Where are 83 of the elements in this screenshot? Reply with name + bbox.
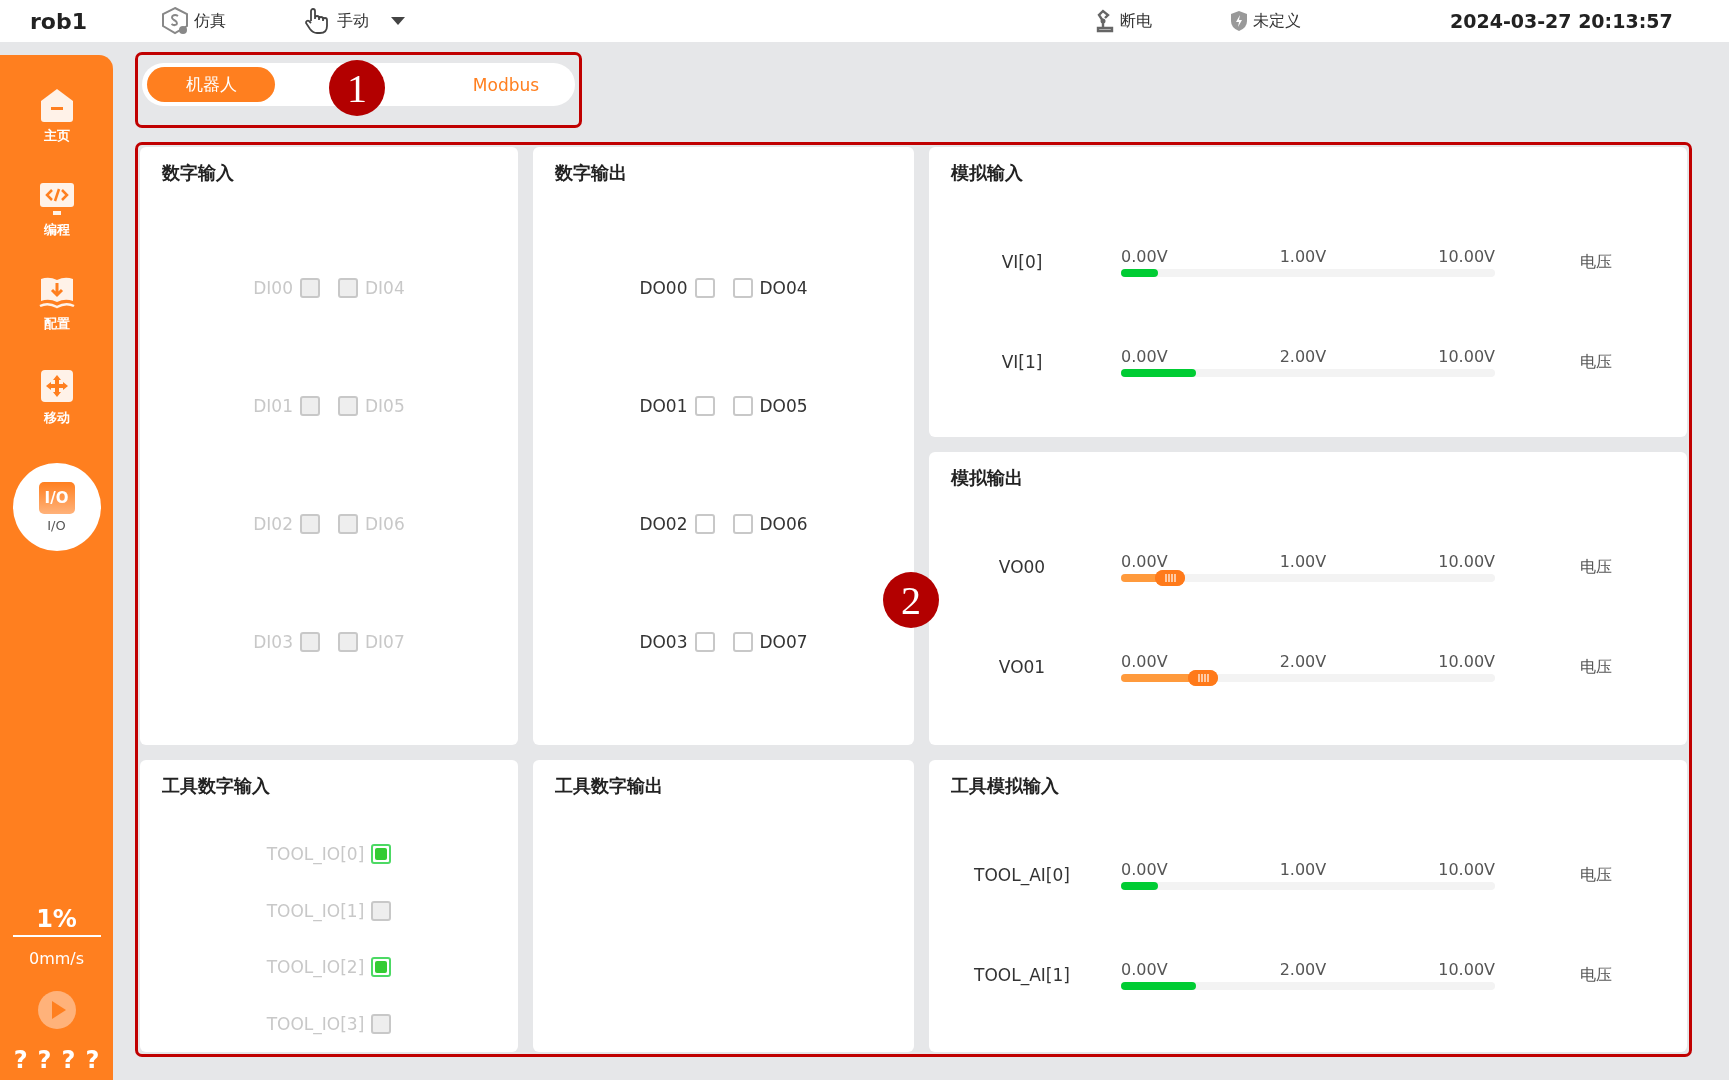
scale-label: 10.00V: [1438, 247, 1495, 266]
monitor-code-icon: [37, 181, 76, 217]
panel-title: 模拟输出: [951, 466, 1024, 490]
checkbox[interactable]: [732, 396, 753, 416]
scale-label: 10.00V: [1438, 552, 1495, 571]
book-download-icon: [37, 275, 76, 311]
value-label: 2.00V: [1279, 347, 1327, 366]
scale-label: 0.00V: [1121, 860, 1168, 879]
channel-name: VO01: [997, 657, 1047, 677]
checkbox[interactable]: [732, 632, 753, 652]
mode-label[interactable]: 仿真: [194, 10, 226, 32]
channel-name: VO00: [997, 557, 1047, 577]
date-time: 2024-03-27 20:13:57: [1450, 10, 1673, 32]
checkbox[interactable]: [694, 514, 715, 534]
robot-name: rob1: [30, 8, 88, 34]
play-button[interactable]: [36, 990, 77, 1030]
tab[interactable]: 机器人: [147, 67, 275, 102]
unit-label: 电压: [1580, 556, 1612, 578]
channel-name: VI[1]: [1000, 352, 1044, 372]
help-mark[interactable]: ?: [61, 1046, 76, 1074]
channel-name: TOOL_AI[1]: [973, 965, 1071, 985]
unit-label: 电压: [1580, 351, 1612, 373]
unit-label: 电压: [1580, 251, 1612, 273]
unit-label: 电压: [1580, 964, 1612, 986]
panel-title: 模拟输入: [951, 161, 1024, 185]
callout-number: 1: [329, 60, 385, 116]
unit-label: 电压: [1580, 864, 1612, 886]
io-label: DO04: [759, 278, 808, 298]
help-mark[interactable]: ?: [13, 1046, 28, 1074]
nav-item[interactable]: 配置: [37, 275, 76, 369]
help-mark[interactable]: ?: [37, 1046, 52, 1074]
scale-label: 0.00V: [1121, 552, 1168, 571]
robot-arm-icon: [1094, 9, 1116, 33]
scale-label: 10.00V: [1438, 860, 1495, 879]
io-icon: I/O: [38, 481, 75, 514]
nav-item[interactable]: 移动: [37, 369, 76, 463]
shield-s-icon: [160, 6, 190, 36]
scale-label: 0.00V: [1121, 247, 1168, 266]
checkbox[interactable]: [694, 632, 715, 652]
value-label: 1.00V: [1279, 860, 1327, 879]
io-label: DO06: [759, 514, 808, 534]
speed-value: 0mm/s: [28, 949, 85, 968]
nav-item[interactable]: 主页: [37, 87, 76, 181]
nav-item[interactable]: 编程: [37, 181, 76, 275]
value-label: 2.00V: [1279, 652, 1327, 671]
channel-name: TOOL_AI[0]: [973, 865, 1071, 885]
control-mode-dropdown[interactable]: 手动: [337, 10, 369, 32]
shield-icon: [1229, 10, 1249, 32]
scale-label: 10.00V: [1438, 652, 1495, 671]
panel-title: 工具数字输出: [555, 774, 664, 798]
safety-status: 未定义: [1253, 10, 1301, 32]
panel-title: 工具模拟输入: [951, 774, 1060, 798]
scale-label: 10.00V: [1438, 960, 1495, 979]
io-label: DO05: [759, 396, 808, 416]
scale-label: 10.00V: [1438, 347, 1495, 366]
panel-title: 数字输入: [162, 161, 235, 185]
power-status: 断电: [1120, 10, 1152, 32]
checkbox[interactable]: [694, 278, 715, 298]
tab[interactable]: Modbus: [442, 67, 570, 102]
panel-title: 数字输出: [555, 161, 628, 185]
scale-label: 0.00V: [1121, 960, 1168, 979]
slider-thumb[interactable]: [1154, 570, 1185, 586]
io-label: DO00: [639, 278, 688, 298]
unit-label: 电压: [1580, 656, 1612, 678]
value-label: 2.00V: [1279, 960, 1327, 979]
checkbox[interactable]: [732, 514, 753, 534]
io-label: DO01: [639, 396, 688, 416]
value-label: 1.00V: [1279, 247, 1327, 266]
io-label: DO03: [639, 632, 688, 652]
scale-label: 0.00V: [1121, 347, 1168, 366]
speed-percent: 1%: [12, 905, 101, 937]
nav-item[interactable]: I/O I/O: [12, 463, 101, 551]
slider-thumb[interactable]: [1188, 670, 1219, 686]
scale-label: 0.00V: [1121, 652, 1168, 671]
io-label: DO07: [759, 632, 808, 652]
checkbox[interactable]: [732, 278, 753, 298]
channel-name: VI[0]: [1000, 252, 1044, 272]
value-label: 1.00V: [1279, 552, 1327, 571]
io-label: DO02: [639, 514, 688, 534]
checkbox[interactable]: [694, 396, 715, 416]
caret-icon[interactable]: [391, 16, 405, 26]
help-mark[interactable]: ?: [85, 1046, 100, 1074]
panel-title: 工具数字输入: [162, 774, 271, 798]
